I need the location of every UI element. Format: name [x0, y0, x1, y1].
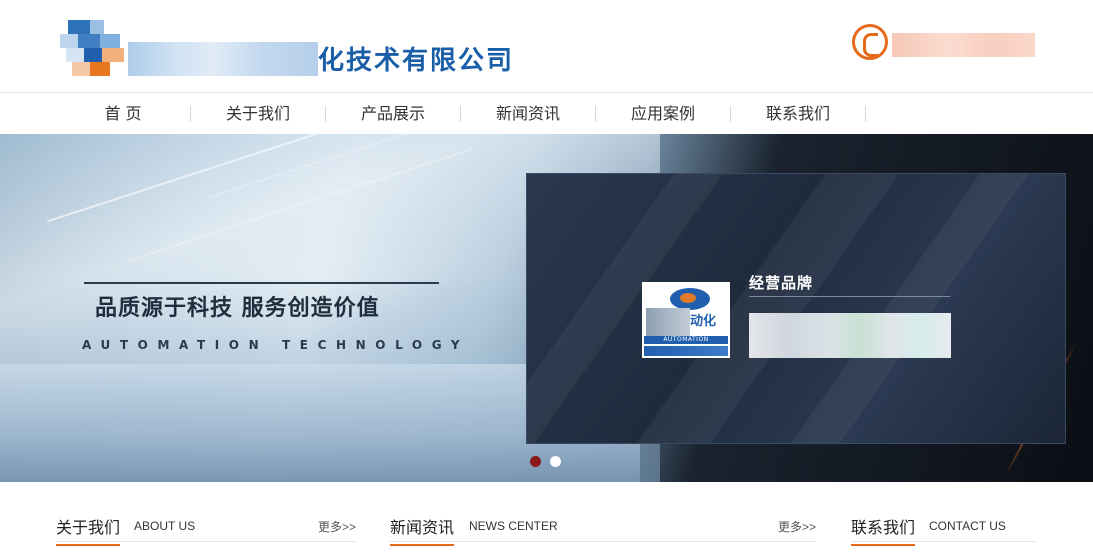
brand-panel-rule — [749, 296, 950, 297]
main-nav: 首 页 关于我们 产品展示 新闻资讯 应用案例 联系我们 — [0, 92, 1093, 134]
about-section-header: 关于我们 ABOUT US 更多>> — [56, 510, 356, 546]
news-subtitle: NEWS CENTER — [469, 519, 558, 533]
logo-swoosh-icon — [670, 288, 710, 310]
logo-stripe — [644, 346, 728, 356]
banner-slogan: 品质源于科技 服务创造价值 — [95, 296, 380, 321]
nav-item-products[interactable]: 产品展示 — [326, 93, 460, 135]
about-more-link[interactable]: 更多>> — [318, 518, 356, 535]
hero-banner[interactable]: 品质源于科技 服务创造价值 AUTOMATION TECHNOLOGY 动化 A… — [0, 134, 1093, 482]
slogan-rule — [84, 282, 439, 284]
panel-light-ray — [589, 174, 925, 443]
phone-number-blurred — [892, 33, 1035, 57]
contact-subtitle: CONTACT US — [929, 519, 1006, 533]
brand-panel-title: 经营品牌 — [749, 274, 814, 292]
nav-item-cases[interactable]: 应用案例 — [596, 93, 730, 135]
news-section-header: 新闻资讯 NEWS CENTER 更多>> — [390, 510, 816, 546]
brand-panel: 动化 AUTOMATION 经营品牌 — [526, 173, 1066, 444]
company-name-blurred — [128, 42, 318, 76]
logo-text-blurred — [646, 308, 690, 336]
carousel-dot[interactable] — [550, 456, 561, 467]
brand-logo[interactable]: 动化 AUTOMATION — [642, 282, 730, 358]
nav-item-contact[interactable]: 联系我们 — [731, 93, 865, 135]
carousel-dot-active[interactable] — [530, 456, 541, 467]
phone-icon — [852, 24, 888, 60]
nav-item-home[interactable]: 首 页 — [56, 93, 190, 135]
brand-name-blurred — [749, 313, 951, 358]
company-name: 化技术有限公司 — [318, 46, 515, 76]
company-logo[interactable] — [60, 20, 134, 80]
site-header: 化技术有限公司 — [0, 0, 1093, 92]
about-subtitle: ABOUT US — [134, 519, 196, 533]
news-title: 新闻资讯 — [390, 514, 455, 546]
nav-item-about[interactable]: 关于我们 — [191, 93, 325, 135]
nav-item-news[interactable]: 新闻资讯 — [461, 93, 595, 135]
nav-separator — [865, 106, 866, 122]
banner-sub-slogan: AUTOMATION TECHNOLOGY — [82, 338, 470, 352]
about-title: 关于我们 — [56, 514, 121, 546]
news-more-link[interactable]: 更多>> — [778, 518, 816, 535]
contact-title: 联系我们 — [851, 514, 916, 546]
logo-subtext: AUTOMATION — [644, 336, 728, 344]
contact-section-header: 联系我们 CONTACT US — [851, 510, 1036, 546]
logo-text: 动化 — [690, 314, 717, 329]
